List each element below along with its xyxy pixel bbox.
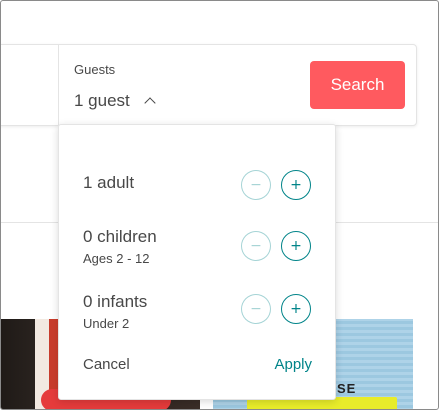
guests-value[interactable]: 1 guest [74,91,156,111]
adults-label: 1 adult [83,173,135,192]
guests-popover: 1 adult − + 0 children Ages 2 - 12 − + 0… [58,124,336,400]
infants-decrement-button[interactable]: − [241,294,271,324]
infants-age-note: Under 2 [83,316,130,331]
guest-row-children: 0 children Ages 2 - 12 − + [83,227,313,267]
app-frame: SE Guests 1 guest Search 1 adult − + 0 c… [0,0,439,410]
plus-icon: + [290,177,302,193]
search-button[interactable]: Search [310,61,405,109]
guests-label: Guests [74,62,116,77]
children-increment-button[interactable]: + [281,231,311,261]
infants-label: 0 infants [83,292,148,311]
plus-icon: + [290,238,302,254]
plus-icon: + [290,301,302,317]
search-bar: Guests 1 guest Search [1,44,417,126]
guest-row-infants: 0 infants Under 2 − + [83,292,313,332]
minus-icon: − [250,238,262,254]
photo-text: SE [337,381,357,396]
children-label: 0 children [83,227,157,246]
guests-count-text: 1 guest [74,91,130,110]
cancel-button[interactable]: Cancel [83,356,130,373]
adults-decrement-button[interactable]: − [241,170,271,200]
minus-icon: − [250,301,262,317]
adults-increment-button[interactable]: + [281,170,311,200]
children-age-note: Ages 2 - 12 [83,251,150,266]
minus-icon: − [250,177,262,193]
infants-increment-button[interactable]: + [281,294,311,324]
chevron-up-icon [144,97,156,109]
children-decrement-button[interactable]: − [241,231,271,261]
guest-row-adults: 1 adult − + [83,170,313,213]
guests-field[interactable]: Guests 1 guest [59,45,296,125]
apply-button[interactable]: Apply [274,356,312,373]
